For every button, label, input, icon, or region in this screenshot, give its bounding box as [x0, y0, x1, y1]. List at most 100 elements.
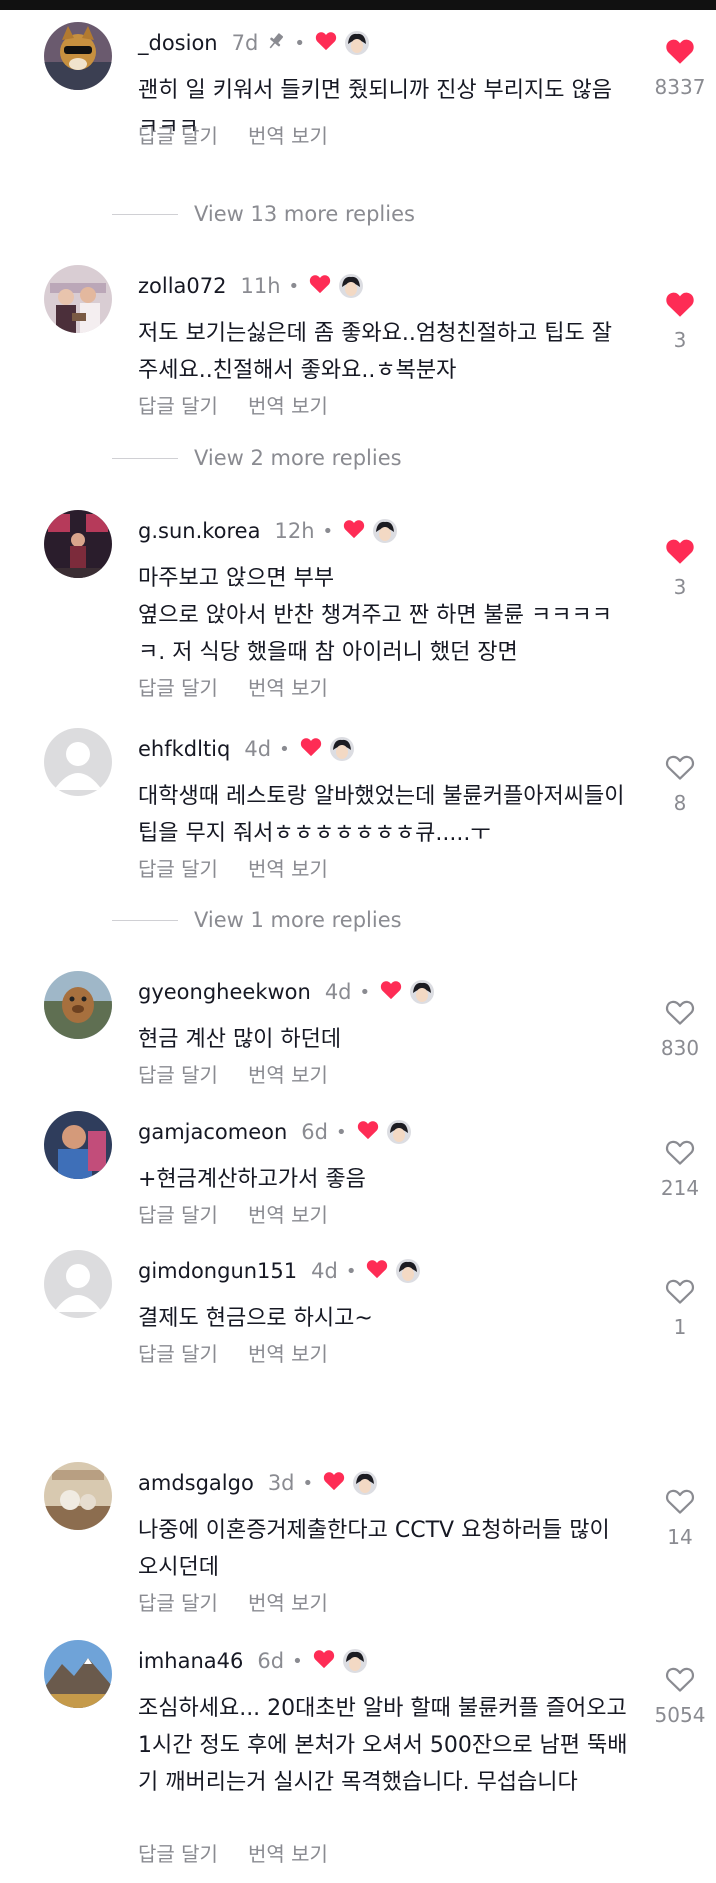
creator-liked-heart-icon: [323, 1471, 345, 1495]
comment-text: 현금 계산 많이 하던데: [138, 1027, 342, 1052]
like-count: 14: [667, 1525, 693, 1549]
comment-time: 4d: [244, 737, 272, 761]
view-more-replies-label[interactable]: View 1 more replies: [194, 908, 402, 932]
comment-username[interactable]: zolla072: [138, 274, 227, 298]
creator-avatar: [329, 737, 354, 761]
creator-liked-heart-icon: [309, 274, 331, 298]
separator-dot: •: [322, 520, 334, 542]
translate-button[interactable]: 번역 보기: [248, 1203, 328, 1227]
comment-username[interactable]: gamjacomeon: [138, 1120, 287, 1144]
creator-liked-heart-icon: [380, 980, 402, 1004]
comment-username[interactable]: amdsgalgo: [138, 1471, 254, 1495]
avatar[interactable]: [44, 1462, 112, 1530]
avatar[interactable]: [44, 22, 112, 90]
comment-time: 4d: [324, 980, 352, 1004]
pin-icon: [266, 31, 286, 55]
view-more-replies[interactable]: View 13 more replies: [112, 199, 415, 229]
reply-button[interactable]: 답글 달기: [138, 1591, 218, 1615]
translate-button[interactable]: 번역 보기: [248, 124, 328, 148]
comment-username[interactable]: gyeongheekwon: [138, 980, 311, 1004]
avatar[interactable]: [44, 1640, 112, 1708]
translate-button[interactable]: 번역 보기: [248, 676, 328, 700]
translate-button[interactable]: 번역 보기: [248, 1342, 328, 1366]
comment-item: g.sun.korea 12h • 마주보고 앉으면 부부 옆으로 앉아서 반찬…: [0, 510, 716, 700]
creator-liked-heart-icon: [313, 1649, 335, 1673]
like-heart-outline-icon[interactable]: [665, 1279, 695, 1309]
translate-button[interactable]: 번역 보기: [248, 1591, 328, 1615]
reply-button[interactable]: 답글 달기: [138, 394, 218, 418]
creator-liked-heart-icon: [300, 737, 322, 761]
reply-button[interactable]: 답글 달기: [138, 1342, 218, 1366]
comment-username[interactable]: imhana46: [138, 1649, 243, 1673]
creator-avatar: [386, 1120, 411, 1144]
translate-button[interactable]: 번역 보기: [248, 857, 328, 881]
translate-button[interactable]: 번역 보기: [248, 1063, 328, 1087]
reply-button[interactable]: 답글 달기: [138, 124, 218, 148]
like-heart-outline-icon[interactable]: [665, 1000, 695, 1030]
creator-avatar: [339, 274, 364, 298]
comment-time: 11h: [240, 274, 281, 298]
translate-button[interactable]: 번역 보기: [248, 394, 328, 418]
view-more-replies-label[interactable]: View 2 more replies: [194, 446, 402, 470]
like-heart-icon[interactable]: [665, 39, 695, 69]
reply-button[interactable]: 답글 달기: [138, 1063, 218, 1087]
like-area: 8: [640, 754, 716, 815]
creator-liked-heart-icon: [343, 519, 365, 543]
divider: [112, 457, 178, 459]
like-heart-outline-icon[interactable]: [665, 1667, 695, 1697]
like-count: 3: [673, 575, 687, 599]
avatar[interactable]: [44, 1111, 112, 1179]
like-area: 3: [640, 538, 716, 599]
reply-button[interactable]: 답글 달기: [138, 857, 218, 881]
like-heart-icon[interactable]: [665, 539, 695, 569]
comment-text: 마주보고 앉으면 부부 옆으로 앉아서 반찬 챙겨주고 짠 하면 불륜 ㅋㅋㅋㅋ…: [138, 566, 612, 665]
comment-item: ehfkdltiq 4d • 대학생때 레스토랑 알바했었는데 불륜커플아저씨들…: [0, 728, 716, 881]
like-area: 1: [640, 1278, 716, 1339]
creator-avatar: [353, 1471, 378, 1495]
comment-item: gyeongheekwon 4d • 현금 계산 많이 하던데 답글 달기 번역 …: [0, 971, 716, 1091]
comment-username[interactable]: gimdongun151: [138, 1259, 297, 1283]
like-count: 214: [660, 1176, 700, 1200]
comment-item: imhana46 6d • 조심하세요... 20대초반 알바 할때 불륜커플 …: [0, 1640, 716, 1880]
comment-text: 저도 보기는싫은데 좀 좋와요..엄청친절하고 팁도 잘주세요..친절해서 좋와…: [138, 321, 612, 383]
avatar[interactable]: [44, 510, 112, 578]
separator-dot: •: [279, 738, 290, 760]
view-more-replies[interactable]: View 2 more replies: [112, 443, 402, 473]
like-count: 5054: [654, 1703, 706, 1727]
like-area: 5054: [640, 1666, 716, 1727]
reply-button[interactable]: 답글 달기: [138, 1203, 218, 1227]
comment-time: 12h: [274, 519, 315, 543]
like-heart-outline-icon[interactable]: [665, 1140, 695, 1170]
like-heart-outline-icon[interactable]: [665, 1489, 695, 1519]
like-area: 3: [640, 291, 716, 352]
comment-username[interactable]: ehfkdltiq: [138, 737, 230, 761]
comment-time: 3d: [267, 1471, 295, 1495]
like-heart-icon[interactable]: [665, 292, 695, 322]
avatar[interactable]: [44, 971, 112, 1039]
creator-avatar: [396, 1259, 421, 1283]
like-count: 3: [673, 328, 687, 352]
view-more-replies-label[interactable]: View 13 more replies: [194, 202, 415, 226]
avatar[interactable]: [44, 1250, 112, 1318]
separator-dot: •: [336, 1121, 347, 1143]
avatar[interactable]: [44, 265, 112, 333]
comment-item: zolla072 11h • 저도 보기는싫은데 좀 좋와요..엄청친절하고 팁…: [0, 265, 716, 418]
like-count: 830: [660, 1036, 700, 1060]
creator-liked-heart-icon: [315, 31, 337, 55]
comment-text: +현금계산하고가서 좋음: [138, 1167, 366, 1192]
reply-button[interactable]: 답글 달기: [138, 676, 218, 700]
reply-button[interactable]: 답글 달기: [138, 1842, 218, 1866]
separator-dot: •: [294, 32, 305, 54]
avatar[interactable]: [44, 728, 112, 796]
translate-button[interactable]: 번역 보기: [248, 1842, 328, 1866]
comment-username[interactable]: g.sun.korea: [138, 519, 260, 543]
like-heart-outline-icon[interactable]: [665, 755, 695, 785]
comment-text: 나중에 이혼증거제출한다고 CCTV 요청하러들 많이 오시던데: [138, 1518, 617, 1580]
comment-text: 결제도 현금으로 하시고~: [138, 1306, 373, 1331]
comment-time: 7d: [231, 31, 259, 55]
creator-avatar: [344, 31, 369, 55]
view-more-replies[interactable]: View 1 more replies: [112, 905, 402, 935]
comment-username[interactable]: _dosion: [138, 31, 218, 55]
separator-dot: •: [292, 1650, 303, 1672]
like-count: 1: [673, 1315, 687, 1339]
